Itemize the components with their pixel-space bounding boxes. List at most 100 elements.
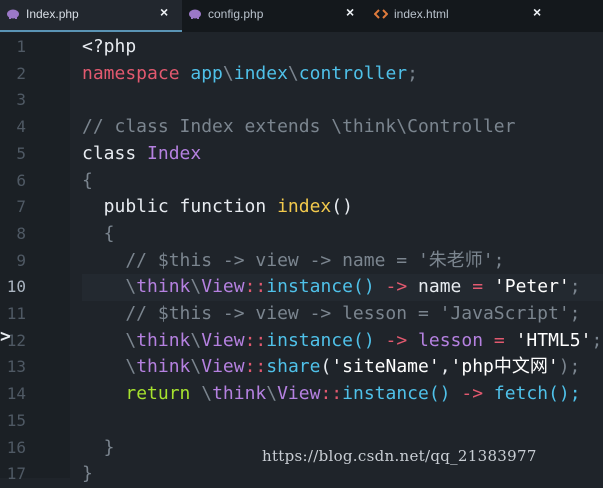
- code-token: index: [277, 196, 332, 218]
- code-token: \: [125, 356, 137, 378]
- code-token: ,: [439, 356, 451, 378]
- fold-arrow-icon[interactable]: >: [0, 326, 11, 347]
- tab-config-php[interactable]: config.php ×: [182, 0, 368, 32]
- code-line[interactable]: 8 {: [0, 221, 603, 248]
- code-text: // class Index extends \think\Controller: [82, 114, 603, 141]
- code-token: return: [125, 383, 202, 405]
- code-text: \think\View::share('siteName','php中文网');: [82, 354, 603, 381]
- line-number: 1: [16, 37, 26, 56]
- code-token: \: [266, 383, 278, 405]
- line-number: 4: [16, 117, 26, 137]
- code-line[interactable]: 2 namespace app\index\controller;: [0, 61, 603, 88]
- tab-label: index.html: [394, 7, 449, 21]
- code-token: ->: [461, 383, 484, 405]
- code-token: // class Index extends \think\Controller: [82, 116, 516, 138]
- code-token: // $this -> view -> name = '朱老师';: [82, 249, 505, 271]
- tab-label: config.php: [208, 7, 264, 21]
- code-token: namespace: [82, 62, 191, 84]
- code-line[interactable]: 15: [0, 408, 603, 435]
- code-token: think: [136, 276, 191, 298]
- code-token: =: [472, 276, 484, 298]
- code-line[interactable]: 7 public function index(): [0, 194, 603, 221]
- code-token: instance: [266, 276, 353, 298]
- code-token: ::: [244, 356, 267, 378]
- code-line[interactable]: 3: [0, 87, 603, 114]
- code-token: \: [190, 329, 202, 351]
- code-token: ;: [407, 62, 418, 84]
- tab-index-php[interactable]: Index.php ×: [0, 0, 182, 32]
- code-token: Index: [147, 142, 202, 164]
- code-text: class Index: [82, 141, 603, 168]
- code-token: \: [287, 62, 299, 84]
- line-number: 13: [6, 357, 26, 377]
- code-line[interactable]: 14 return \think\View::instance() -> fet…: [0, 381, 603, 408]
- code-token: View: [201, 276, 245, 298]
- code-token: View: [277, 383, 321, 405]
- code-line[interactable]: 10 \think\View::instance() -> name = 'Pe…: [0, 274, 603, 301]
- code-text: \think\View::instance() -> lesson = 'HTM…: [82, 328, 603, 355]
- line-number: 8: [16, 223, 26, 243]
- code-token: fetch: [483, 383, 549, 405]
- code-token: think: [136, 356, 191, 378]
- code-token: index: [233, 62, 288, 84]
- close-icon[interactable]: ×: [533, 4, 541, 20]
- code-editor[interactable]: 1 <?php 2 namespace app\index\controller; 3 4…: [0, 33, 603, 484]
- code-token: ::: [244, 276, 267, 298]
- code-token: View: [201, 356, 245, 378]
- active-tab-indicator: [0, 30, 182, 32]
- line-number: 15: [6, 410, 26, 430]
- code-line[interactable]: 9 // $this -> view -> name = '朱老师';: [0, 248, 603, 275]
- code-token: ();: [548, 383, 581, 405]
- code-text: public function index(): [82, 194, 603, 221]
- tab-bar: Index.php × config.php × index.html ×: [0, 0, 603, 32]
- code-token: ::: [320, 383, 343, 405]
- close-icon[interactable]: ×: [160, 4, 168, 20]
- line-number: 14: [6, 384, 26, 404]
- code-token: \: [190, 356, 202, 378]
- code-token: =: [493, 329, 505, 351]
- code-token: 'Peter': [483, 276, 570, 298]
- php-elephant-icon: [189, 9, 201, 19]
- code-text: \think\View::instance() -> name = 'Peter…: [82, 274, 603, 301]
- close-icon[interactable]: ×: [346, 4, 354, 20]
- code-token: ;: [569, 276, 581, 298]
- line-number: 7: [16, 197, 26, 217]
- code-token: ;: [591, 329, 603, 351]
- code-line[interactable]: 5 class Index: [0, 141, 603, 168]
- code-line[interactable]: 4 // class Index extends \think\Controlle…: [0, 114, 603, 141]
- code-line[interactable]: 17}: [0, 461, 603, 488]
- line-number: 6: [16, 170, 26, 190]
- code-token: (): [352, 329, 386, 351]
- code-line[interactable]: 1 <?php: [0, 34, 603, 61]
- code-token: (: [320, 356, 332, 378]
- code-line[interactable]: 13 \think\View::share('siteName','php中文网…: [0, 354, 603, 381]
- code-token: \: [125, 276, 137, 298]
- code-token: (): [331, 196, 353, 218]
- code-token: \: [201, 383, 213, 405]
- line-number: 16: [6, 437, 26, 457]
- watermark-url: https://blog.csdn.net/qq_21383977: [262, 447, 537, 465]
- code-token: instance: [266, 329, 353, 351]
- code-text: namespace app\index\controller;: [82, 61, 603, 88]
- code-line[interactable]: 6{: [0, 168, 603, 195]
- code-token: instance: [342, 383, 429, 405]
- code-token: (): [428, 383, 462, 405]
- code-token: think: [136, 329, 191, 351]
- code-token: \: [222, 62, 234, 84]
- code-token: name: [407, 276, 473, 298]
- code-token: controller: [298, 62, 408, 84]
- code-text: <?php: [82, 34, 603, 61]
- code-token: }: [82, 436, 115, 458]
- code-line[interactable]: 11 // $this -> view -> lesson = 'JavaScr…: [0, 301, 603, 328]
- code-text: return \think\View::instance() -> fetch(…: [82, 381, 603, 408]
- tab-index-html[interactable]: index.html ×: [368, 0, 552, 32]
- code-text: }: [82, 461, 603, 488]
- code-token: ::: [244, 329, 267, 351]
- code-token: \: [125, 329, 137, 351]
- code-token: 'HTML5': [504, 329, 592, 351]
- code-token: // $this -> view -> lesson = 'JavaScript…: [82, 303, 581, 324]
- code-line[interactable]: 12 \think\View::instance() -> lesson = '…: [0, 328, 603, 355]
- code-token: View: [201, 329, 245, 351]
